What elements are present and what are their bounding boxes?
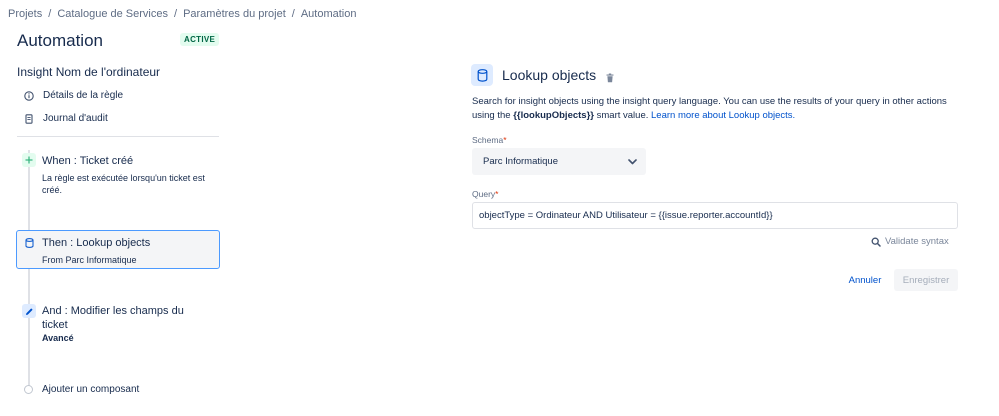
status-badge: ACTIVE bbox=[180, 33, 220, 46]
breadcrumb-parametres[interactable]: Paramètres du projet bbox=[183, 8, 286, 20]
query-label: Query* bbox=[472, 189, 498, 199]
flow-connector-line bbox=[28, 150, 30, 388]
query-input[interactable]: objectType = Ordinateur AND Utilisateur … bbox=[472, 202, 958, 229]
breadcrumb: Projets / Catalogue de Services / Paramè… bbox=[8, 8, 357, 20]
smart-value: {{lookupObjects}} bbox=[513, 110, 594, 121]
schema-select[interactable]: Parc Informatique bbox=[472, 148, 646, 175]
step-description: La règle est exécutée lorsqu'un ticket e… bbox=[42, 173, 205, 195]
sidebar-link-label: Journal d'audit bbox=[43, 113, 108, 124]
breadcrumb-separator: / bbox=[174, 8, 178, 20]
step-description: Avancé bbox=[42, 333, 74, 343]
breadcrumb-separator: / bbox=[291, 8, 295, 20]
sidebar-link-audit-log[interactable]: Journal d'audit bbox=[24, 113, 108, 124]
breadcrumb-projets[interactable]: Projets bbox=[8, 8, 42, 20]
panel-description: Search for insight objects using the ins… bbox=[472, 95, 972, 123]
chevron-down-icon bbox=[627, 156, 638, 167]
step-title: Then : Lookup objects bbox=[42, 237, 151, 249]
plus-icon bbox=[22, 153, 36, 167]
schema-label-text: Schema bbox=[472, 135, 504, 145]
search-icon bbox=[871, 237, 881, 247]
save-button[interactable]: Enregistrer bbox=[894, 269, 958, 291]
validate-syntax-label: Validate syntax bbox=[885, 236, 949, 247]
validate-syntax-button[interactable]: Validate syntax bbox=[871, 236, 949, 247]
database-icon bbox=[22, 236, 36, 250]
required-asterisk: * bbox=[503, 135, 507, 145]
breadcrumb-separator: / bbox=[48, 8, 52, 20]
info-icon bbox=[24, 90, 34, 101]
cancel-button[interactable]: Annuler bbox=[841, 270, 889, 291]
query-input-value: objectType = Ordinateur AND Utilisateur … bbox=[479, 210, 773, 221]
trash-icon[interactable] bbox=[605, 70, 615, 83]
query-label-text: Query bbox=[472, 189, 496, 199]
breadcrumb-catalogue[interactable]: Catalogue de Services bbox=[57, 8, 168, 20]
sidebar-divider bbox=[17, 136, 219, 137]
sidebar-link-label: Détails de la règle bbox=[43, 90, 124, 101]
breadcrumb-automation[interactable]: Automation bbox=[301, 8, 357, 20]
learn-more-link[interactable]: Learn more about Lookup objects. bbox=[651, 110, 795, 121]
step-title: And : Modifier les champs du ticket bbox=[42, 305, 184, 331]
schema-label: Schema* bbox=[472, 135, 507, 145]
database-icon bbox=[471, 64, 493, 86]
required-asterisk: * bbox=[495, 189, 499, 199]
add-component-link[interactable]: Ajouter un composant bbox=[42, 384, 139, 395]
pencil-icon bbox=[22, 304, 36, 318]
sidebar-link-rule-details[interactable]: Détails de la règle bbox=[24, 90, 123, 101]
rule-name: Insight Nom de l'ordinateur bbox=[17, 65, 161, 79]
step-description: From Parc Informatique bbox=[42, 255, 137, 265]
schema-select-value: Parc Informatique bbox=[483, 156, 558, 167]
add-component-circle-icon[interactable] bbox=[24, 385, 33, 394]
step-title: When : Ticket créé bbox=[42, 155, 134, 167]
document-icon bbox=[24, 113, 34, 124]
panel-title: Lookup objects bbox=[502, 67, 597, 83]
panel-description-text: smart value. bbox=[593, 110, 652, 121]
page-title: Automation bbox=[17, 31, 103, 50]
